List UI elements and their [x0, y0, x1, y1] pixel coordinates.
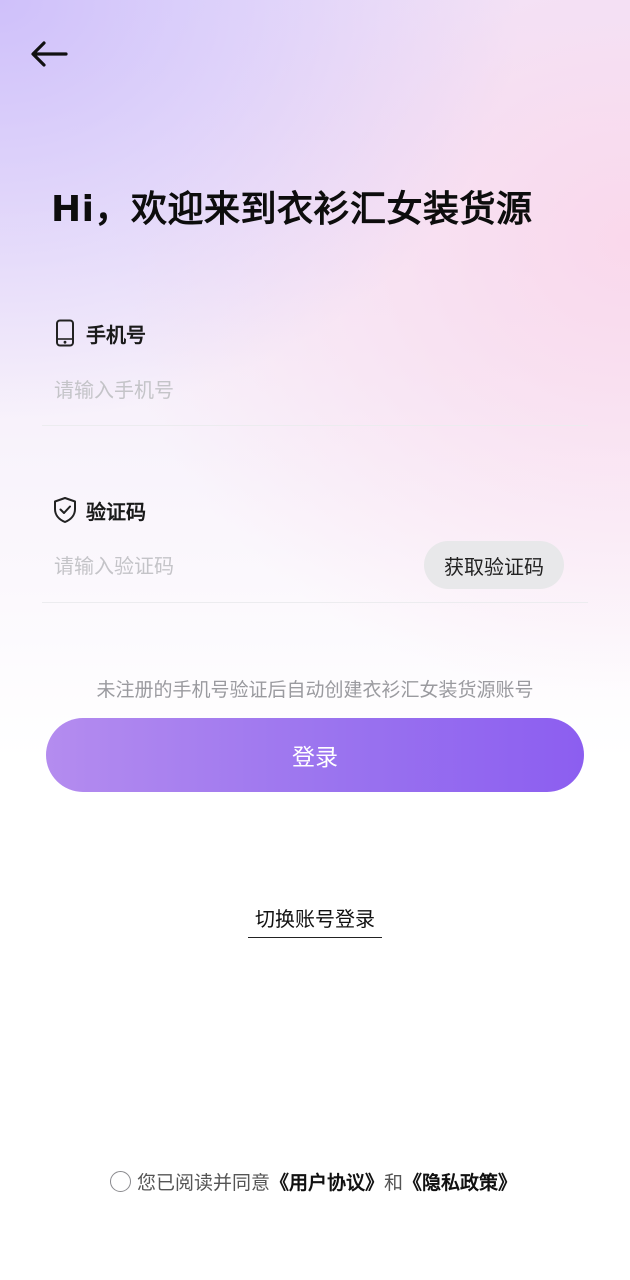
phone-field-label-row: 手机号 [52, 318, 146, 348]
get-code-button[interactable]: 获取验证码 [424, 541, 564, 589]
code-divider [42, 602, 588, 603]
user-agreement-link[interactable]: 《用户协议》 [270, 1168, 384, 1195]
phone-input[interactable] [54, 370, 414, 410]
phone-icon [52, 318, 78, 348]
code-field-label-row: 验证码 [52, 495, 146, 525]
page-title: Hi，欢迎来到衣衫汇女装货源 [51, 189, 533, 230]
agreement-checkbox[interactable] [110, 1171, 131, 1192]
agreement-conjunction: 和 [384, 1172, 404, 1194]
code-field-label: 验证码 [86, 499, 146, 524]
auto-register-hint: 未注册的手机号验证后自动创建衣衫汇女装货源账号 [96, 679, 534, 701]
arrow-left-icon [31, 41, 68, 67]
back-button[interactable] [26, 34, 72, 74]
login-button[interactable]: 登录 [46, 718, 584, 792]
switch-account-link[interactable]: 切换账号登录 [248, 903, 382, 938]
agreement-row: 您已阅读并同意 《用户协议》 和 《隐私政策》 [110, 1168, 517, 1195]
phone-divider [42, 425, 588, 426]
phone-field-label: 手机号 [86, 322, 146, 347]
agreement-prefix: 您已阅读并同意 [137, 1172, 271, 1194]
verification-code-input[interactable] [54, 546, 394, 586]
privacy-policy-link[interactable]: 《隐私政策》 [403, 1168, 517, 1195]
shield-check-icon [52, 495, 78, 525]
